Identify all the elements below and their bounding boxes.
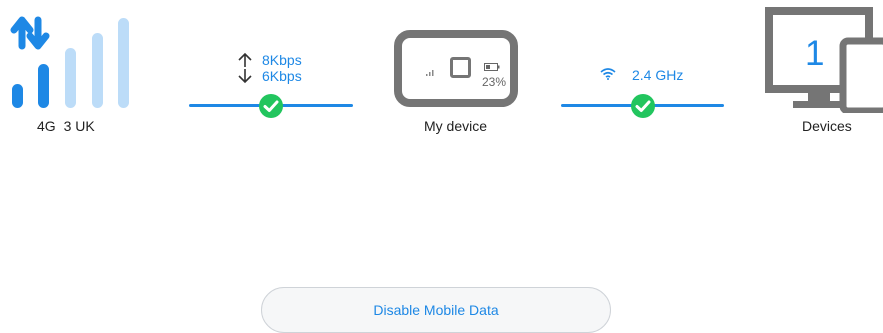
upload-speed: 8Kbps bbox=[262, 52, 302, 68]
network-type: 4G bbox=[37, 118, 56, 134]
devices-count: 1 bbox=[805, 34, 825, 73]
battery-percent: 23% bbox=[482, 75, 507, 89]
download-speed: 6Kbps bbox=[262, 68, 302, 84]
network-info: 4G 3 UK bbox=[37, 118, 95, 134]
my-device-label: My device bbox=[424, 118, 488, 134]
mini-signal-icon bbox=[426, 70, 434, 76]
wifi-icon bbox=[600, 68, 616, 80]
devices-label: Devices bbox=[802, 118, 852, 134]
wifi-band: 2.4 GHz bbox=[632, 67, 684, 83]
disable-mobile-data-button[interactable]: Disable Mobile Data bbox=[261, 287, 611, 333]
connection-ok-check-icon bbox=[259, 94, 283, 118]
battery-icon bbox=[484, 63, 500, 71]
wifi-ok-check-icon bbox=[631, 94, 655, 118]
device-button-icon bbox=[450, 57, 471, 78]
signal-strength-icon bbox=[12, 18, 129, 108]
download-arrow-icon bbox=[237, 68, 253, 89]
router-device-icon: 23% bbox=[394, 30, 518, 107]
carrier-name: 3 UK bbox=[63, 118, 95, 134]
